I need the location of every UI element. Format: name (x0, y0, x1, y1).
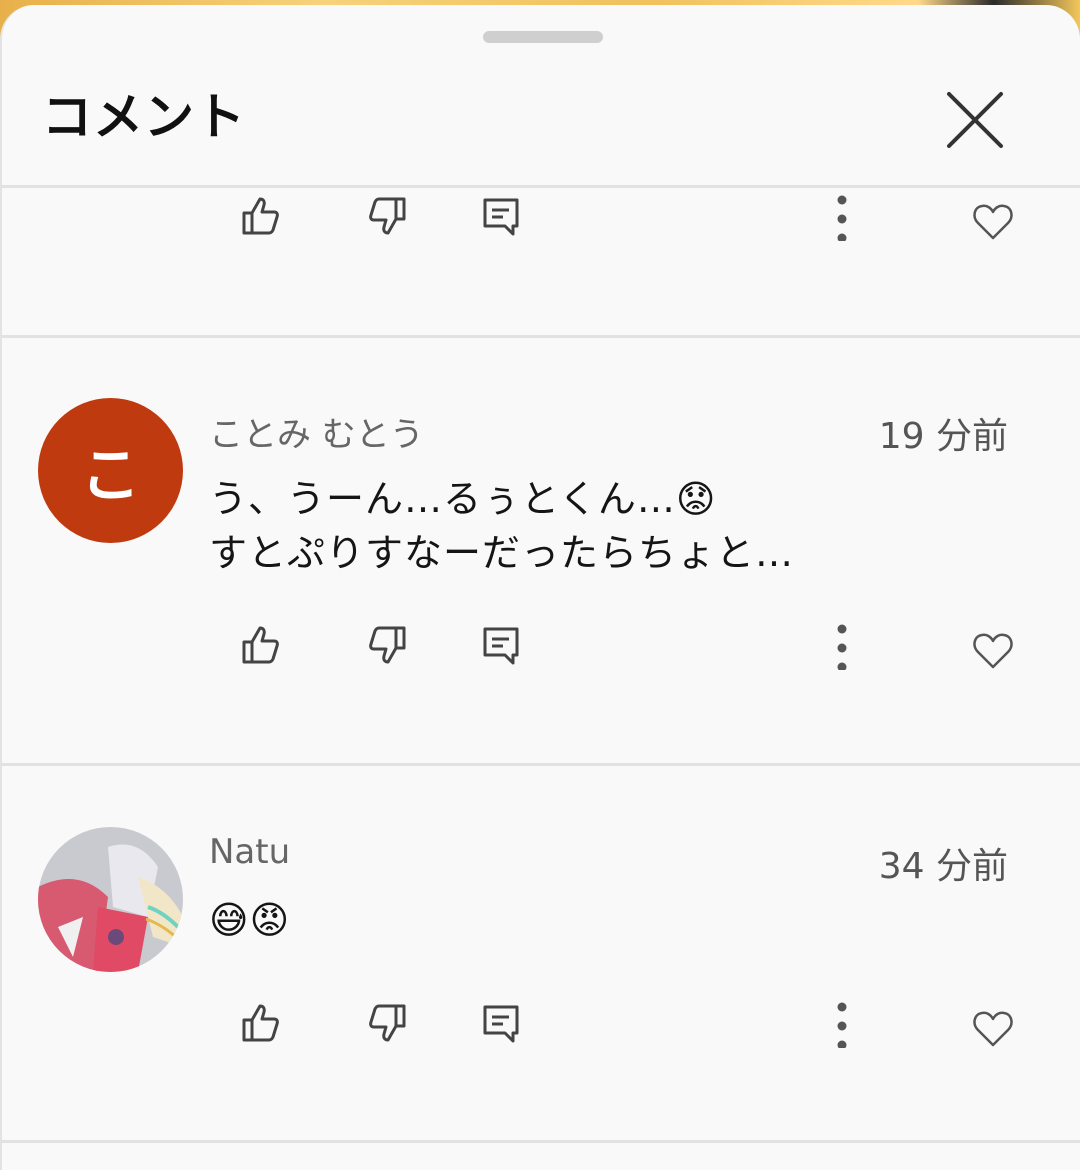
heart-button[interactable] (968, 1002, 1018, 1052)
dislike-button[interactable] (362, 620, 412, 670)
reply-button[interactable] (476, 620, 526, 670)
heart-icon (973, 204, 1013, 240)
comment-divider (2, 763, 1080, 766)
heart-button[interactable] (968, 195, 1018, 245)
sheet-title: コメント (42, 88, 246, 146)
like-button[interactable] (236, 998, 286, 1048)
comment-time: 19 分前 (878, 416, 1008, 457)
comment-time: 34 分前 (878, 846, 1008, 887)
heart-icon (973, 633, 1013, 669)
drag-handle[interactable] (483, 31, 603, 43)
reply-icon (483, 198, 519, 236)
more-options-button[interactable] (817, 620, 867, 672)
like-button[interactable] (236, 620, 286, 670)
close-icon (947, 92, 1003, 148)
header-divider (2, 185, 1080, 188)
comments-sheet: コメント こ ことみ むとう 19 分前 う、うーん…るぅとくん…😟 すとぷりす… (0, 5, 1080, 1170)
thumbs-up-icon (242, 626, 279, 664)
reply-button[interactable] (476, 998, 526, 1048)
heart-button[interactable] (968, 624, 1018, 674)
avatar-image (38, 827, 183, 972)
avatar[interactable]: こ (38, 398, 183, 543)
like-button[interactable] (236, 191, 286, 241)
avatar[interactable] (38, 827, 183, 972)
comment-text-line: すとぷりすなーだったらちょと… (209, 531, 795, 575)
more-options-button[interactable] (817, 998, 867, 1050)
heart-icon (973, 1011, 1013, 1047)
reply-icon (483, 627, 519, 665)
more-vert-icon (837, 195, 847, 243)
thumbs-down-icon (369, 197, 406, 235)
close-button[interactable] (940, 85, 1010, 155)
comment-divider (2, 335, 1080, 338)
comment-text-line: 😅😡 (209, 898, 291, 942)
comment-text-line: う、うーん…るぅとくん…😟 (209, 477, 717, 521)
dislike-button[interactable] (362, 191, 412, 241)
comment-author[interactable]: Natu (209, 832, 290, 872)
more-vert-icon (837, 1002, 847, 1050)
reply-icon (483, 1005, 519, 1043)
comment-divider (2, 1140, 1080, 1143)
avatar-letter: こ (38, 398, 183, 543)
comment-author[interactable]: ことみ むとう (209, 407, 424, 456)
thumbs-up-icon (242, 1004, 279, 1042)
dislike-button[interactable] (362, 998, 412, 1048)
more-vert-icon (837, 624, 847, 672)
thumbs-up-icon (242, 197, 279, 235)
thumbs-down-icon (369, 626, 406, 664)
more-options-button[interactable] (817, 191, 867, 243)
reply-button[interactable] (476, 191, 526, 241)
thumbs-down-icon (369, 1004, 406, 1042)
